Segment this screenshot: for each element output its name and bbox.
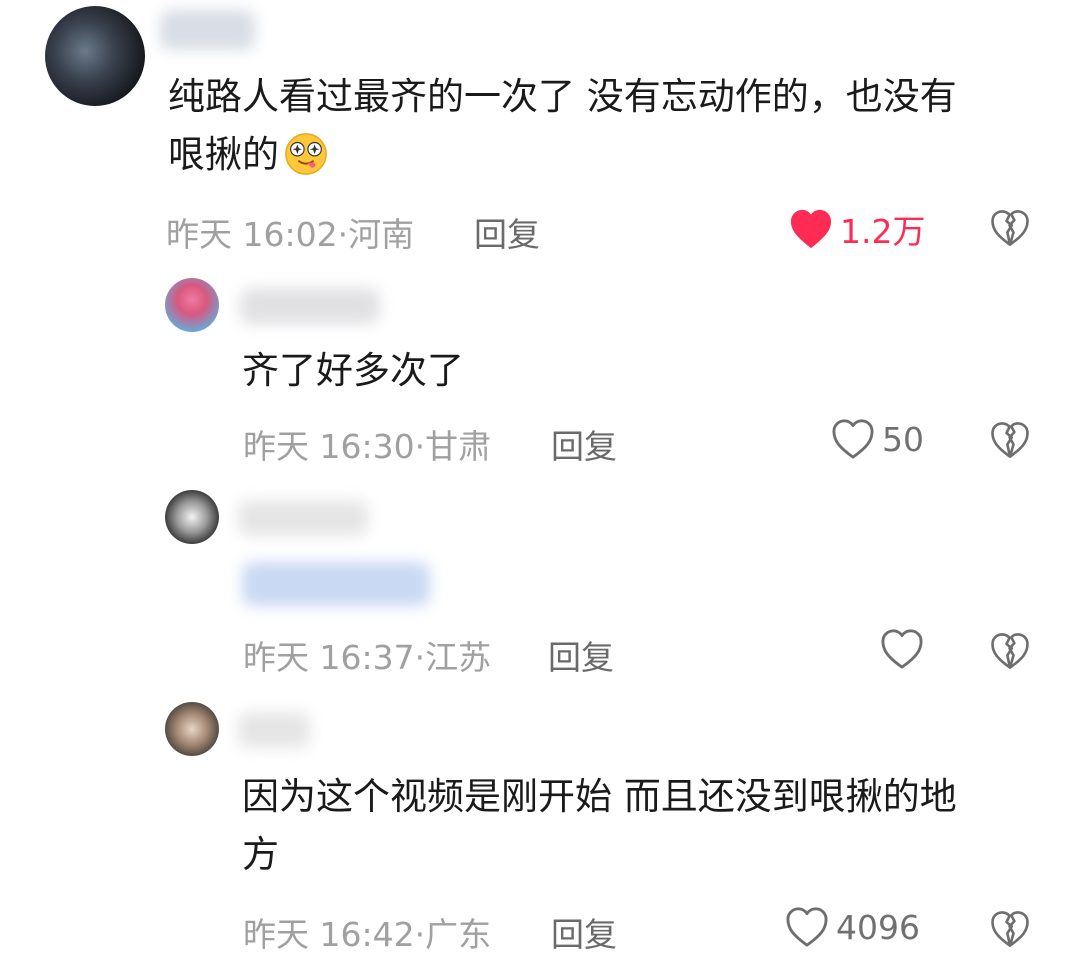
comment-list: 纯路人看过最齐的一次了 没有忘动作的，也没有 哏揪的 昨天 16:02·河南 回…	[0, 0, 1080, 975]
avatar[interactable]	[45, 6, 145, 106]
username-blurred[interactable]	[160, 10, 255, 50]
comment-location: 甘肃	[425, 427, 492, 466]
broken-heart-icon[interactable]	[989, 909, 1031, 949]
heart-icon	[786, 907, 828, 947]
like-count: 50	[882, 419, 924, 459]
broken-heart-icon[interactable]	[989, 631, 1031, 671]
comment-meta: 昨天 16:30·甘肃	[243, 427, 492, 466]
avatar[interactable]	[165, 702, 219, 756]
like-count: 1.2万	[840, 212, 926, 251]
username-blurred[interactable]	[240, 288, 380, 324]
comment-text: 齐了好多次了	[242, 349, 464, 392]
heart-icon	[832, 419, 874, 459]
heart-icon	[790, 209, 832, 249]
star-eyes-tongue-emoji	[285, 133, 327, 175]
mention-blurred[interactable]	[242, 562, 430, 606]
reply-button[interactable]: 回复	[551, 420, 617, 468]
heart-icon	[881, 629, 923, 669]
comment-text: 纯路人看过最齐的一次了 没有忘动作的，也没有 哏揪的	[168, 75, 957, 176]
like-button[interactable]: 4096	[784, 906, 920, 948]
comment-meta: 昨天 16:02·河南	[166, 215, 415, 254]
username-blurred[interactable]	[238, 712, 310, 748]
like-button[interactable]: 1.2万	[788, 205, 925, 253]
comment-location: 广东	[425, 915, 492, 954]
comment-meta: 昨天 16:37·江苏	[243, 638, 492, 677]
avatar[interactable]	[165, 278, 219, 332]
reply-button[interactable]: 回复	[548, 631, 614, 679]
comment-time: 昨天 16:02	[166, 215, 338, 254]
broken-heart-icon[interactable]	[989, 420, 1031, 460]
comment-text: 因为这个视频是刚开始 而且还没到哏揪的地 方	[242, 775, 957, 876]
comment-meta: 昨天 16:42·广东	[243, 915, 492, 954]
reply-button[interactable]: 回复	[551, 908, 617, 956]
reply-button[interactable]: 回复	[474, 208, 540, 256]
like-button[interactable]: 50	[830, 418, 924, 460]
like-count: 4096	[836, 907, 920, 947]
comment-time: 昨天 16:42	[243, 915, 415, 954]
avatar[interactable]	[165, 490, 219, 544]
comment-time: 昨天 16:37	[243, 638, 415, 677]
comment-location: 河南	[348, 215, 415, 254]
like-button[interactable]	[879, 628, 925, 670]
username-blurred[interactable]	[238, 500, 368, 536]
comment-location: 江苏	[425, 638, 492, 677]
broken-heart-icon[interactable]	[989, 208, 1031, 248]
comment-time: 昨天 16:30	[243, 427, 415, 466]
